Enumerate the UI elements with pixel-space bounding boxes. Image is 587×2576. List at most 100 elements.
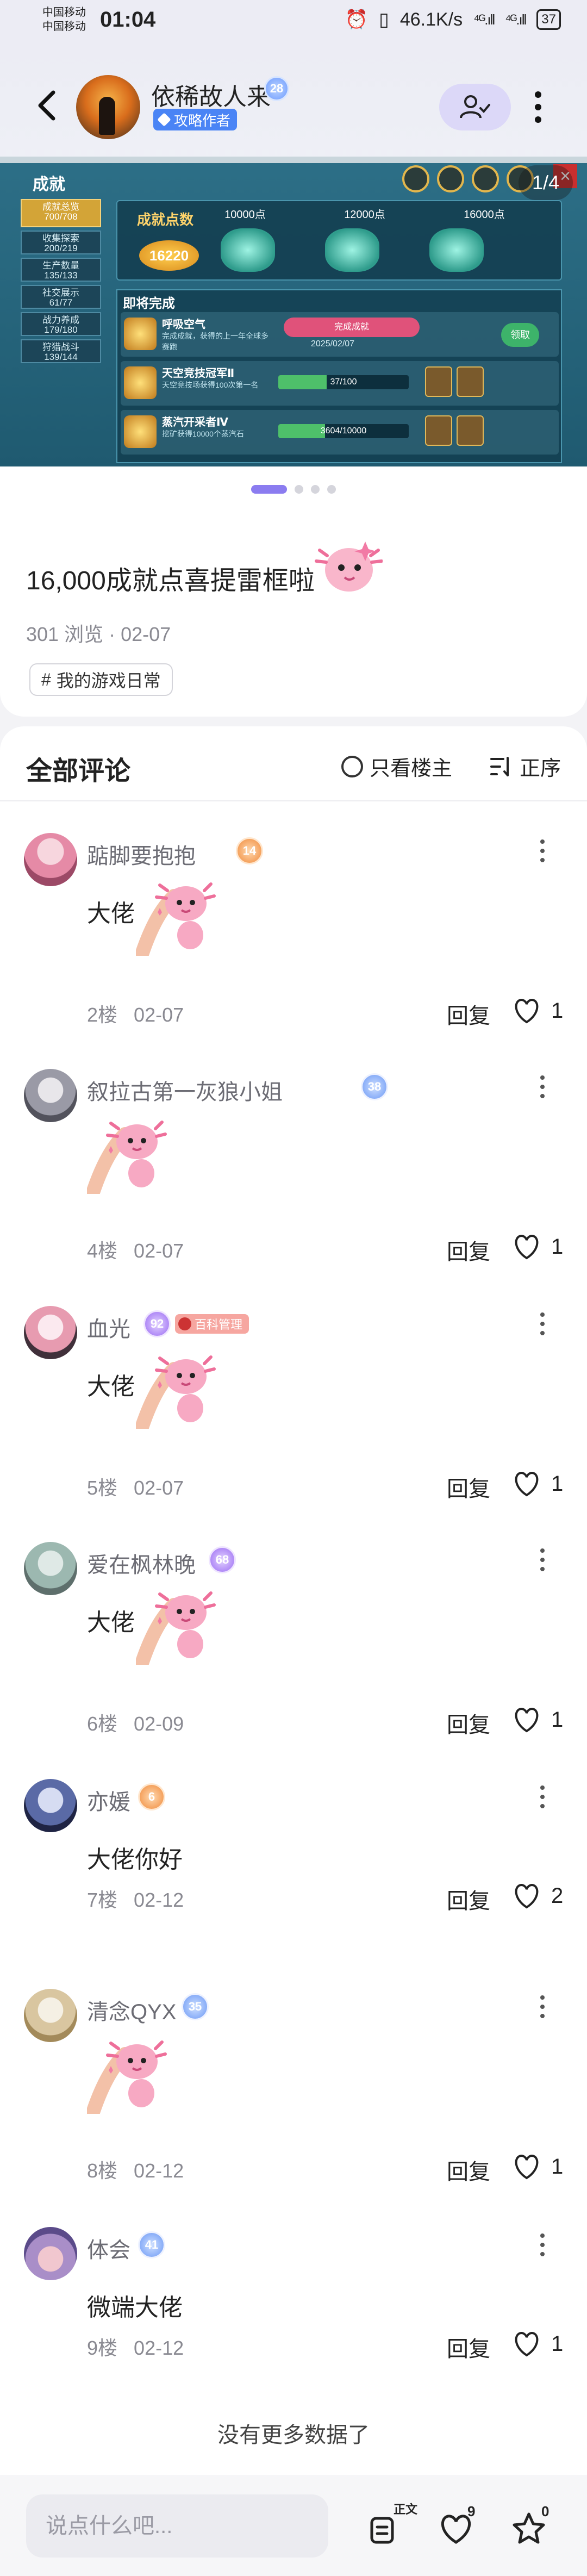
- axolotl-sticker-icon: [87, 1121, 167, 1194]
- carousel-dot[interactable]: [311, 485, 320, 494]
- status-time: 01:04: [100, 7, 156, 32]
- comment-more-icon[interactable]: [538, 1993, 547, 2020]
- game-milestone-gems: [221, 228, 484, 272]
- commenter-badges: 6: [138, 1783, 165, 1810]
- level-badge: 14: [236, 837, 263, 864]
- commenter-badges: 68: [209, 1546, 236, 1573]
- reply-button[interactable]: 回复: [447, 1883, 490, 1915]
- level-badge: 35: [182, 1993, 209, 2020]
- game-milestones: 10000点 12000点 16000点: [210, 206, 520, 221]
- diamond-icon: [157, 113, 171, 127]
- game-points-label: 成就点数: [137, 211, 194, 228]
- game-row-desc: 完成成就，获得的上一年全球多赛跑: [162, 332, 268, 351]
- commenter-badges: 14: [236, 837, 263, 864]
- role-label: 百科管理: [195, 1318, 243, 1331]
- game-row-desc: 挖矿获得10000个蒸汽石: [162, 430, 244, 438]
- commenter-name[interactable]: 体会: [87, 2232, 130, 2264]
- game-title: 成就: [33, 176, 65, 194]
- axolotl-sticker-icon: [315, 542, 383, 592]
- topic-chip[interactable]: # 我的游戏日常: [29, 663, 173, 696]
- back-arrow-icon[interactable]: [35, 89, 59, 122]
- comment-date: 02-07: [134, 1477, 184, 1499]
- commenter-avatar[interactable]: [24, 1306, 77, 1359]
- comment-input[interactable]: [26, 2494, 328, 2558]
- comment-like-button[interactable]: 1: [512, 997, 563, 1024]
- author-role-tag: 攻略作者: [153, 109, 238, 130]
- commenter-avatar[interactable]: [24, 833, 77, 886]
- comment-like-button[interactable]: 1: [512, 1706, 563, 1733]
- reply-button[interactable]: 回复: [447, 998, 490, 1030]
- sort-label: 正序: [520, 757, 561, 780]
- carrier-names: 中国移动 中国移动: [42, 5, 97, 34]
- reply-button[interactable]: 回复: [447, 1234, 490, 1266]
- comments-section: 全部评论 只看楼主 正序 踮脚要抱抱 14 大佬 2楼 02-07 回复 1 叙拉古第一灰…: [0, 726, 587, 2475]
- floor-number: 9楼: [87, 2337, 118, 2359]
- game-row: 蒸汽开采者Ⅳ 挖矿获得10000个蒸汽石 3604/10000: [121, 410, 559, 455]
- commenter-avatar[interactable]: [24, 1542, 77, 1595]
- comment-text: 大佬: [87, 1373, 135, 1400]
- floor-number: 8楼: [87, 2160, 118, 2182]
- comment-more-icon[interactable]: [538, 1073, 547, 1100]
- author-name[interactable]: 依稀故人来: [151, 77, 271, 112]
- comment-more-icon[interactable]: [538, 2231, 547, 2258]
- comment-more-icon[interactable]: [538, 1310, 547, 1337]
- hashtag-icon: #: [41, 669, 51, 689]
- commenter-avatar[interactable]: [24, 1069, 77, 1122]
- reply-button[interactable]: 回复: [447, 1471, 490, 1503]
- post-title: 16,000成就点喜提雷框啦: [26, 567, 315, 595]
- sort-toggle[interactable]: 正序: [489, 751, 561, 781]
- comment-more-icon[interactable]: [538, 1783, 547, 1810]
- comment-floor-date: 4楼 02-07: [87, 1235, 184, 1264]
- like-count: 1: [551, 998, 564, 1023]
- game-sidebar-item: 收集探索 200/219: [21, 231, 101, 254]
- comment-more-icon[interactable]: [538, 1546, 547, 1573]
- comment-like-button[interactable]: 1: [512, 2153, 563, 2180]
- follow-button[interactable]: [439, 84, 511, 130]
- reply-button[interactable]: 回复: [447, 2154, 490, 2186]
- commenter-avatar[interactable]: [24, 2227, 77, 2280]
- comment-date: 02-12: [134, 1889, 184, 1911]
- reply-button[interactable]: 回复: [447, 1707, 490, 1739]
- carousel-dot-active[interactable]: [251, 485, 287, 494]
- comment-like-button[interactable]: 2: [512, 1882, 563, 1909]
- bottom-action-bar: 正文 9 0: [0, 2475, 587, 2576]
- commenter-name[interactable]: 血光: [87, 1311, 130, 1343]
- game-sidebar-item: 社交展示 61/77: [21, 285, 101, 309]
- like-count: 1: [551, 1707, 564, 1732]
- game-row-claim: 领取: [501, 323, 539, 347]
- comment-like-button[interactable]: 1: [512, 1470, 563, 1497]
- reply-button[interactable]: 回复: [447, 2331, 490, 2363]
- role-badge: 百科管理: [175, 1314, 249, 1334]
- carousel-dot[interactable]: [327, 485, 336, 494]
- axolotl-sticker-icon: [136, 1355, 216, 1429]
- commenter-name[interactable]: 清念QYX: [87, 1994, 176, 2026]
- commenter-name[interactable]: 爱在枫林晚: [87, 1547, 196, 1579]
- more-vertical-icon[interactable]: [530, 89, 546, 125]
- comment-like-button[interactable]: 1: [512, 1233, 563, 1260]
- carousel-dot[interactable]: [295, 485, 303, 494]
- radio-icon: [341, 755, 363, 777]
- axolotl-sticker-icon: [136, 1591, 216, 1665]
- heart-icon: [515, 1707, 539, 1733]
- level-badge: 92: [143, 1310, 171, 1337]
- comment-like-button[interactable]: 1: [512, 2330, 563, 2357]
- commenter-avatar[interactable]: [24, 1779, 77, 1832]
- comment-more-icon[interactable]: [538, 837, 547, 864]
- axolotl-sticker-icon: [87, 2040, 167, 2114]
- like-count: 1: [551, 1234, 564, 1259]
- commenter-name[interactable]: 踮脚要抱抱: [87, 838, 196, 870]
- post-image[interactable]: 成就 × 成就总览 700/708 收集探索 200/219 生产数量 135/13…: [0, 157, 587, 466]
- host-only-filter[interactable]: 只看楼主: [341, 751, 452, 781]
- commenter-avatar[interactable]: [24, 1989, 77, 2042]
- comment-date: 02-12: [134, 2337, 184, 2359]
- post-views: 301 浏览: [26, 623, 104, 645]
- commenter-name[interactable]: 亦媛: [87, 1784, 130, 1816]
- commenter-name[interactable]: 叙拉古第一灰狼小姐: [87, 1074, 283, 1106]
- author-avatar[interactable]: [76, 75, 140, 139]
- status-right: ⏰ ▯ 46.1K/s ⁴ᴳ.ıll ⁴ᴳ.ıll 37: [345, 9, 561, 30]
- floor-number: 5楼: [87, 1477, 118, 1499]
- carrier-2: 中国移动: [42, 21, 86, 33]
- game-row-name: 天空竞技冠军Ⅱ: [162, 368, 235, 379]
- commenter-badges: 92 百科管理: [143, 1310, 249, 1337]
- post-card: 成就 × 成就总览 700/708 收集探索 200/219 生产数量 135/13…: [0, 157, 587, 717]
